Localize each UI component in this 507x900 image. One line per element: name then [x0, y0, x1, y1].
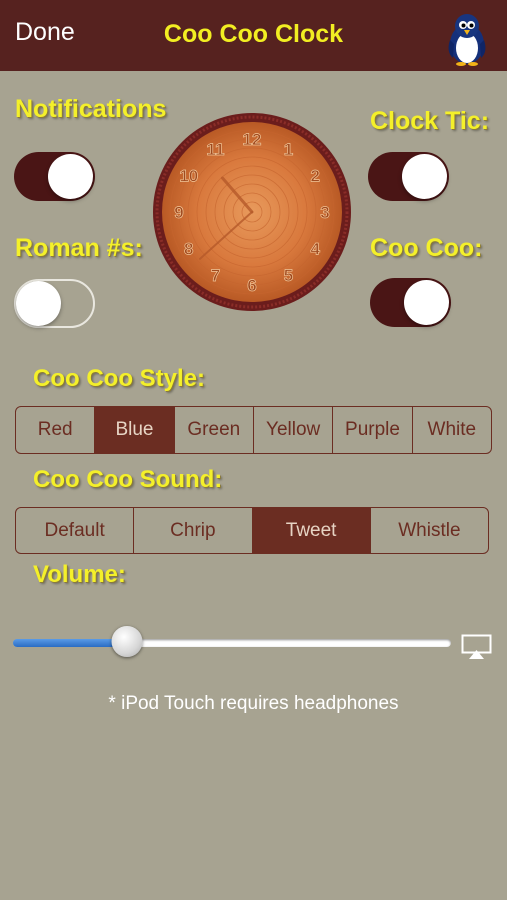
clock-numeral: 10 [179, 167, 198, 186]
coo-coo-label: Coo Coo: [370, 234, 483, 262]
volume-fill [13, 639, 127, 647]
notifications-label: Notifications [15, 95, 167, 123]
clock-numeral: 9 [174, 203, 183, 222]
style-option-white[interactable]: White [413, 407, 491, 453]
style-option-red[interactable]: Red [16, 407, 96, 453]
roman-numerals-toggle[interactable] [14, 279, 95, 328]
toggle-knob [16, 281, 61, 326]
clock-numeral: 6 [247, 276, 256, 295]
airplay-icon[interactable] [461, 634, 492, 660]
style-option-yellow[interactable]: Yellow [254, 407, 334, 453]
sound-option-chrip[interactable]: Chrip [134, 508, 253, 553]
style-option-blue[interactable]: Blue [95, 407, 175, 453]
clock-numeral: 4 [310, 240, 320, 259]
clock-numeral: 12 [243, 130, 262, 149]
clock-tic-label: Clock Tic: [370, 107, 490, 135]
coo-coo-style-label: Coo Coo Style: [33, 365, 205, 392]
clock-numeral: 5 [284, 266, 293, 285]
coo-coo-toggle[interactable] [370, 278, 451, 327]
sound-option-default[interactable]: Default [16, 508, 135, 553]
clock-face: 121234567891011 [153, 113, 351, 311]
notifications-toggle[interactable] [14, 152, 95, 201]
clock-numeral: 8 [184, 240, 193, 259]
clock-numeral: 7 [211, 266, 220, 285]
nav-bar: Done Coo Coo Clock [0, 0, 507, 71]
toggle-knob [48, 154, 93, 199]
coo-coo-sound-label: Coo Coo Sound: [33, 466, 223, 493]
roman-numerals-label: Roman #s: [15, 234, 143, 262]
sound-option-tweet[interactable]: Tweet [252, 508, 371, 553]
sound-segmented-control: Default Chrip Tweet Whistle [15, 507, 489, 554]
clock-numeral: 11 [207, 140, 225, 159]
toggle-knob [404, 280, 449, 325]
toggle-knob [402, 154, 447, 199]
volume-label: Volume: [33, 561, 126, 588]
page-title: Coo Coo Clock [163, 20, 344, 48]
bird-icon[interactable] [444, 10, 490, 66]
volume-thumb[interactable] [111, 626, 143, 657]
clock-tic-toggle[interactable] [368, 152, 449, 201]
footnote-text: * iPod Touch requires headphones [108, 693, 399, 714]
sound-option-whistle[interactable]: Whistle [371, 508, 488, 553]
style-option-green[interactable]: Green [175, 407, 254, 453]
style-segmented-control: Red Blue Green Yellow Purple White [15, 406, 492, 454]
style-option-purple[interactable]: Purple [333, 407, 413, 453]
clock-numeral: 3 [320, 203, 329, 222]
volume-slider[interactable] [13, 626, 451, 657]
clock-numeral: 1 [284, 140, 293, 159]
clock-numeral: 2 [310, 167, 319, 186]
